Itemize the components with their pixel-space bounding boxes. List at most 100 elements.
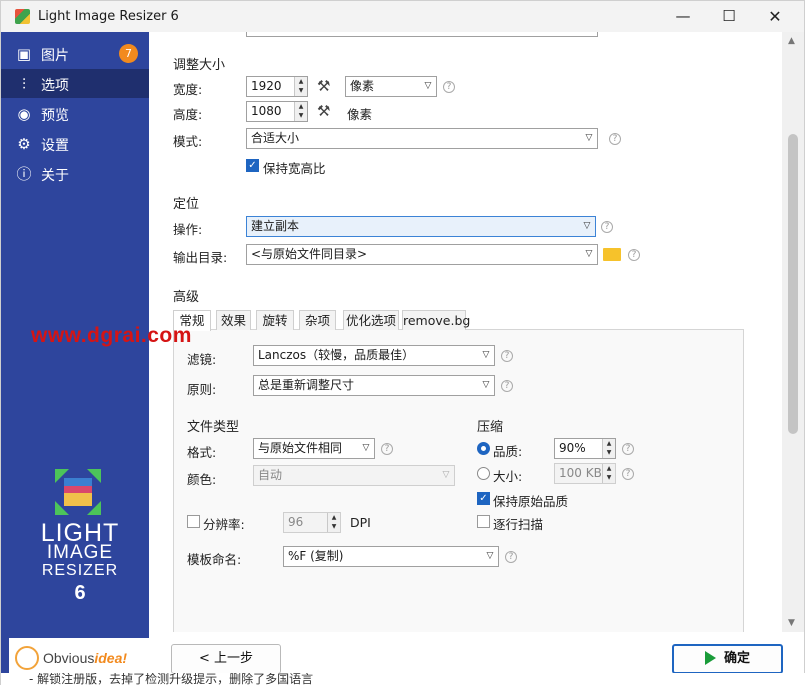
close-button[interactable]: ✕ — [752, 1, 798, 32]
template-label: 模板命名: — [187, 552, 242, 567]
output-dir-value: <与原始文件同目录> — [251, 247, 368, 261]
compress-section-title: 压缩 — [477, 420, 504, 435]
app-logo-icon — [55, 469, 101, 515]
help-icon[interactable]: ? — [501, 380, 513, 392]
help-icon[interactable]: ? — [609, 133, 621, 145]
tab-effects[interactable]: 效果 — [216, 310, 251, 330]
mode-select[interactable]: 合适大小 ▽ — [246, 128, 598, 149]
vendor-name-suffix: idea! — [94, 650, 128, 666]
pictures-icon: ▣ — [16, 45, 32, 63]
size-stepper[interactable]: 100 KB ▲ ▼ — [554, 463, 616, 484]
size-value: 100 KB — [559, 466, 602, 480]
progressive-checkbox[interactable] — [477, 515, 490, 528]
scroll-up-icon[interactable]: ▲ — [788, 36, 795, 46]
resize-section-title: 调整大小 — [173, 58, 226, 73]
sidebar: ▣ 图片 7 ⫶ 选项 ◉ 预览 ⚙ 设置 ⓘ 关于 LIGHT IMAGE R… — [1, 32, 149, 686]
unit-select[interactable]: 像素 ▽ — [345, 76, 437, 97]
tab-remove-bg[interactable]: remove.bg — [402, 310, 470, 330]
folder-icon[interactable] — [603, 248, 621, 261]
size-label: 大小: — [493, 469, 523, 484]
help-icon[interactable]: ? — [443, 81, 455, 93]
keep-ratio-label: 保持宽高比 — [263, 161, 326, 176]
help-icon[interactable]: ? — [622, 443, 634, 455]
height-value: 1080 — [251, 104, 282, 118]
format-select[interactable]: 与原始文件相同 ▽ — [253, 438, 375, 459]
previous-section-field — [246, 32, 598, 37]
content-scrollbar[interactable]: ▲ ▼ — [782, 32, 804, 632]
background-text-strip: - 解锁注册版，去掉了检测升级提示，删除了多国语言 — [1, 673, 805, 686]
width-spin-icon[interactable]: ▲ ▼ — [294, 77, 307, 96]
sidebar-item-label: 关于 — [41, 168, 69, 184]
color-select[interactable]: 自动 ▽ — [253, 465, 455, 486]
height-stepper[interactable]: 1080 ▲ ▼ — [246, 101, 308, 122]
filter-select[interactable]: Lanczos（较慢，品质最佳） ▽ — [253, 345, 495, 366]
quality-stepper[interactable]: 90% ▲ ▼ — [554, 438, 616, 459]
quality-radio[interactable] — [477, 442, 490, 455]
output-dir-select[interactable]: <与原始文件同目录> ▽ — [246, 244, 598, 265]
app-window: Light Image Resizer 6 — ☐ ✕ ▣ 图片 7 ⫶ 选项 … — [0, 0, 805, 686]
width-stepper[interactable]: 1920 ▲ ▼ — [246, 76, 308, 97]
progressive-label: 逐行扫描 — [493, 517, 544, 532]
resolution-value: 96 — [288, 515, 304, 529]
resolution-spin-icon[interactable]: ▲ ▼ — [327, 513, 340, 532]
quality-spin-icon[interactable]: ▲ ▼ — [602, 439, 615, 458]
sidebar-item-options[interactable]: ⫶ 选项 — [1, 69, 149, 98]
sidebar-item-pictures[interactable]: ▣ 图片 7 — [1, 39, 149, 68]
magic-wand-icon[interactable]: ⚒ — [317, 102, 330, 120]
back-button[interactable]: < 上一步 — [171, 644, 281, 674]
app-icon — [15, 9, 30, 24]
help-icon[interactable]: ? — [501, 350, 513, 362]
magic-wand-icon[interactable]: ⚒ — [317, 77, 330, 95]
play-icon — [704, 650, 716, 665]
eye-icon: ◉ — [17, 105, 31, 123]
chevron-down-icon: ▽ — [420, 77, 436, 96]
height-spin-icon[interactable]: ▲ ▼ — [294, 102, 307, 121]
minimize-button[interactable]: — — [660, 1, 706, 32]
sidebar-item-about[interactable]: ⓘ 关于 — [1, 159, 149, 188]
scroll-thumb[interactable] — [788, 134, 798, 434]
keep-quality-checkbox[interactable]: ✓ — [477, 492, 490, 505]
template-select[interactable]: %F (复制) ▽ — [283, 546, 499, 567]
sidebar-item-settings[interactable]: ⚙ 设置 — [1, 129, 149, 158]
template-value: %F (复制) — [288, 549, 344, 563]
sidebar-item-label: 设置 — [41, 138, 69, 154]
maximize-button[interactable]: ☐ — [706, 1, 752, 32]
format-value: 与原始文件相同 — [258, 441, 343, 455]
keep-ratio-checkbox[interactable]: ✓ — [246, 159, 259, 172]
size-radio[interactable] — [477, 467, 490, 480]
ok-button[interactable]: 确定 — [672, 644, 783, 674]
help-icon[interactable]: ? — [381, 443, 393, 455]
height-unit-label: 像素 — [347, 107, 373, 122]
scroll-down-icon[interactable]: ▼ — [788, 618, 795, 628]
tab-misc[interactable]: 杂项 — [299, 310, 336, 330]
vendor-name-prefix: Obvious — [43, 650, 95, 666]
action-select[interactable]: 建立副本 ▽ — [246, 216, 596, 237]
help-icon[interactable]: ? — [601, 221, 613, 233]
window-title: Light Image Resizer 6 — [38, 9, 179, 24]
chevron-down-icon: ▽ — [482, 547, 498, 566]
location-section-title: 定位 — [173, 197, 200, 212]
tab-optimize[interactable]: 优化选项 — [343, 310, 399, 330]
quality-value: 90% — [559, 441, 586, 455]
action-value: 建立副本 — [251, 219, 300, 233]
sidebar-item-label: 预览 — [41, 108, 69, 124]
color-label: 颜色: — [187, 472, 217, 487]
sidebar-item-preview[interactable]: ◉ 预览 — [1, 99, 149, 128]
rule-label: 原则: — [187, 382, 217, 397]
gear-icon: ⚙ — [17, 135, 31, 153]
help-icon[interactable]: ? — [505, 551, 517, 563]
sidebar-item-label: 图片 — [41, 48, 69, 64]
resolution-stepper[interactable]: 96 ▲ ▼ — [283, 512, 341, 533]
brand-text-version: 6 — [74, 582, 86, 604]
brand-text-image: IMAGE — [46, 542, 114, 563]
background-text: - 解锁注册版，去掉了检测升级提示，删除了多国语言 — [29, 673, 314, 686]
size-spin-icon[interactable]: ▲ ▼ — [602, 464, 615, 483]
resolution-checkbox[interactable] — [187, 515, 200, 528]
filetype-section-title: 文件类型 — [187, 420, 240, 435]
tab-rotate[interactable]: 旋转 — [256, 310, 294, 330]
help-icon[interactable]: ? — [622, 468, 634, 480]
watermark-text: www.dgrai.com — [31, 324, 192, 347]
count-badge: 7 — [119, 44, 138, 63]
rule-select[interactable]: 总是重新调整尺寸 ▽ — [253, 375, 495, 396]
help-icon[interactable]: ? — [628, 249, 640, 261]
